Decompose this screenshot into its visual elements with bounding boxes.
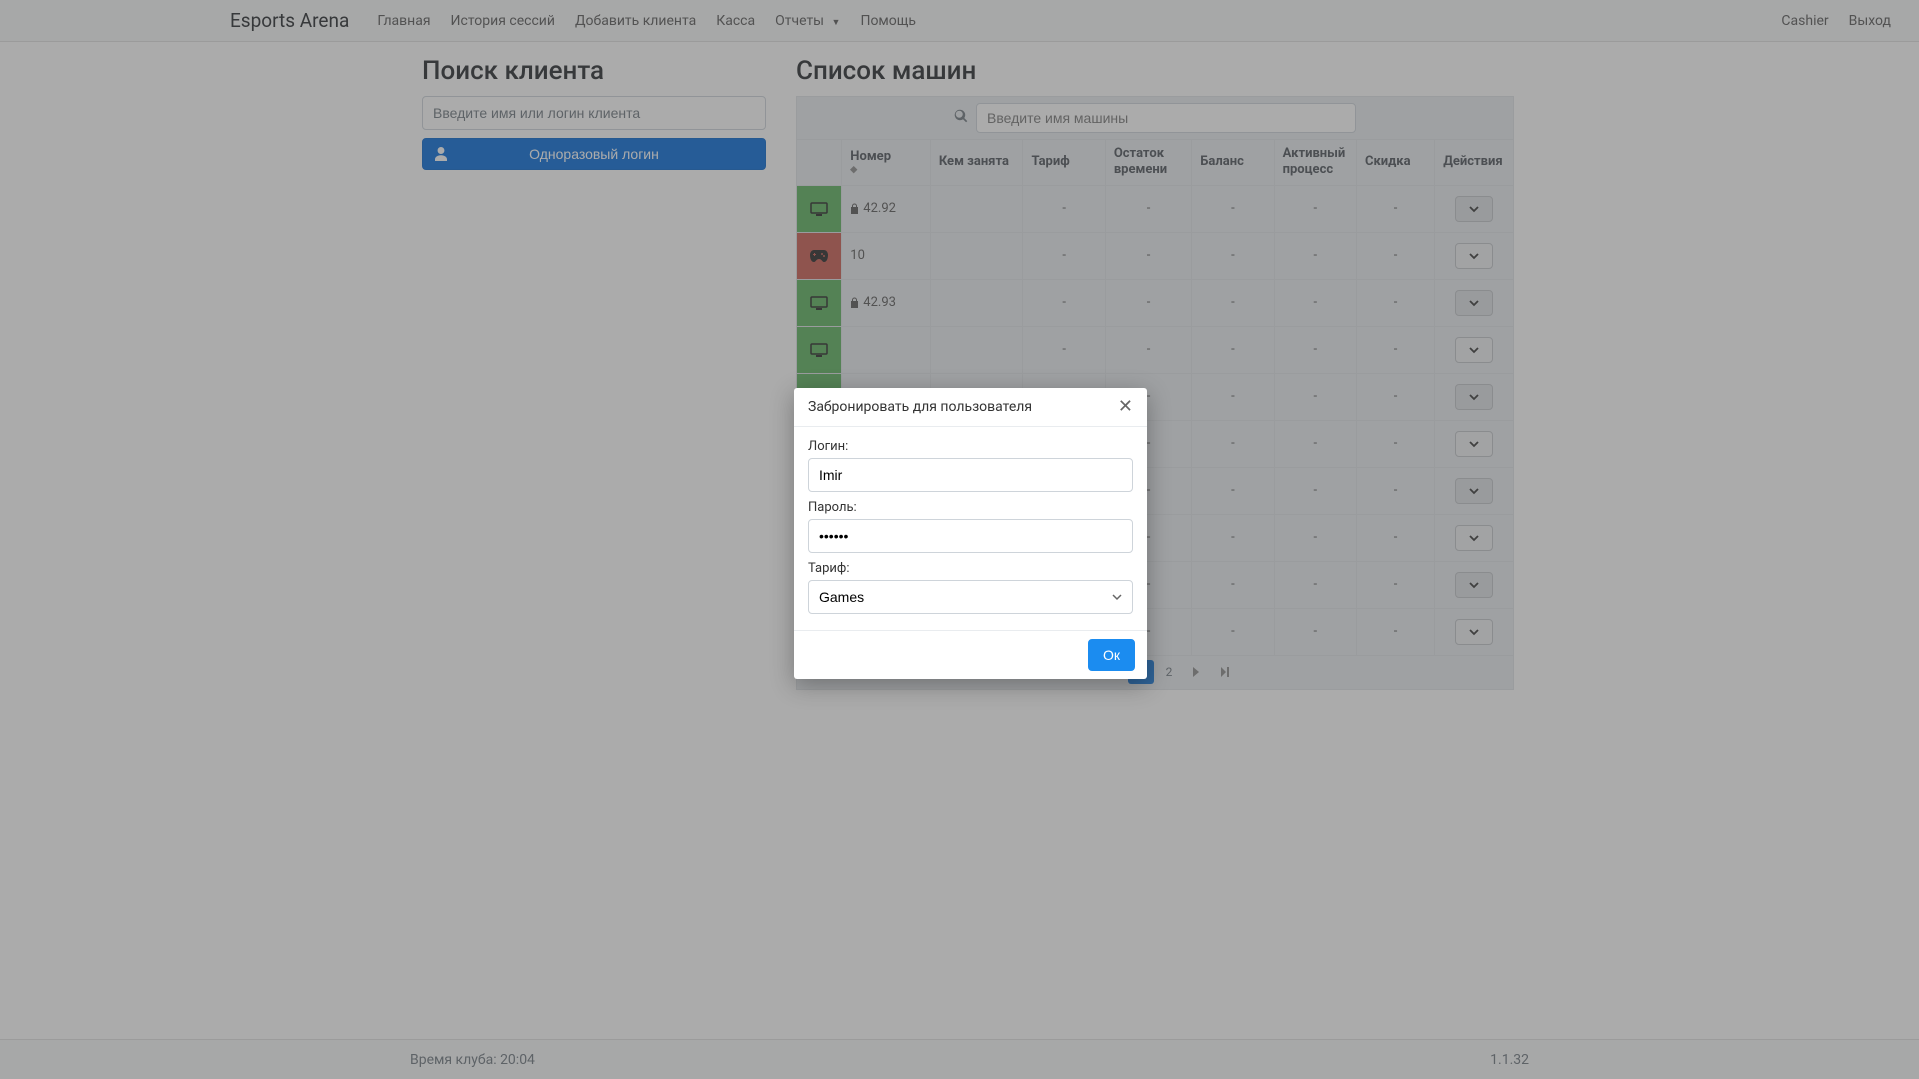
modal-footer: Ок	[794, 630, 1147, 679]
tariff-select[interactable]	[808, 580, 1133, 614]
modal-title: Забронировать для пользователя	[808, 399, 1032, 415]
login-input[interactable]	[808, 458, 1133, 492]
password-input[interactable]	[808, 519, 1133, 553]
modal-header: Забронировать для пользователя ✕	[794, 388, 1147, 427]
ok-button[interactable]: Ок	[1088, 639, 1135, 671]
reserve-modal: Забронировать для пользователя ✕ Логин: …	[794, 388, 1147, 679]
password-label: Пароль:	[808, 500, 1133, 515]
close-icon[interactable]: ✕	[1118, 398, 1133, 416]
tariff-label: Тариф:	[808, 561, 1133, 576]
login-label: Логин:	[808, 439, 1133, 454]
modal-body: Логин: Пароль: Тариф:	[794, 427, 1147, 630]
